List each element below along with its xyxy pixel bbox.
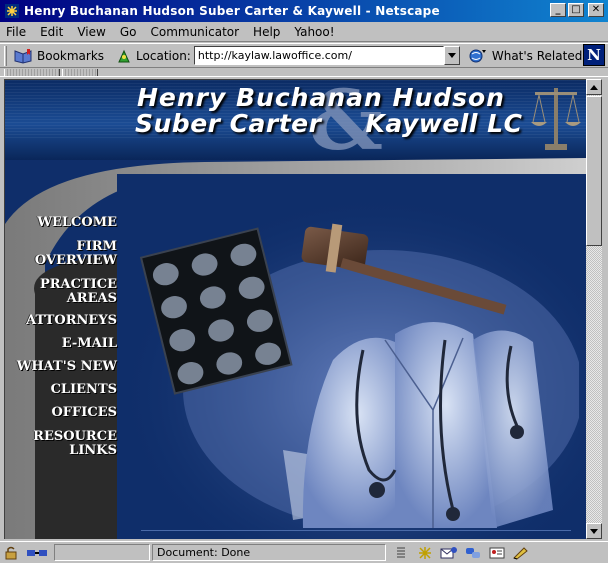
- menu-file[interactable]: File: [6, 25, 26, 39]
- status-text-panel: Document: Done: [152, 544, 386, 561]
- nav-resource-links[interactable]: RESOURCE LINKS: [33, 430, 117, 458]
- bookmarks-icon[interactable]: [13, 47, 33, 65]
- firm-name-line2-a: Suber Carter: [135, 109, 322, 138]
- menu-go[interactable]: Go: [120, 25, 137, 39]
- nav-clients[interactable]: CLIENTS: [51, 383, 117, 397]
- firm-name-line2: Suber Carter Kaywell LC: [135, 109, 522, 138]
- lab-coats-image: [302, 322, 553, 528]
- nav-firm-overview[interactable]: FIRM OVERVIEW: [35, 240, 117, 268]
- collapsed-tab-2[interactable]: [62, 69, 98, 76]
- nav-offices[interactable]: OFFICES: [51, 406, 117, 420]
- arrow-down-icon: [590, 528, 598, 534]
- window-title: Henry Buchanan Hudson Suber Carter & Kay…: [24, 4, 440, 18]
- arrow-up-icon: [590, 84, 598, 90]
- connection-icon: [26, 545, 48, 561]
- mail-component-icon[interactable]: [440, 545, 458, 561]
- location-combobox: [193, 46, 462, 65]
- nav-practice-areas[interactable]: PRACTICE AREAS: [40, 278, 117, 306]
- location-toolbar: Bookmarks Location: What's Related: [0, 43, 608, 67]
- scroll-thumb[interactable]: [586, 96, 602, 246]
- scroll-down-button[interactable]: [586, 523, 602, 539]
- nav-whats-new[interactable]: WHAT'S NEW: [17, 360, 117, 374]
- maximize-button[interactable]: □: [568, 3, 584, 17]
- status-text: Document: Done: [157, 546, 251, 559]
- location-dropdown-button[interactable]: [443, 46, 460, 65]
- close-button[interactable]: ✕: [588, 3, 604, 17]
- menu-view[interactable]: View: [77, 25, 105, 39]
- title-bar: Henry Buchanan Hudson Suber Carter & Kay…: [0, 0, 608, 22]
- firm-name-line1: Henry Buchanan Hudson: [137, 83, 505, 112]
- nav-welcome[interactable]: WELCOME: [37, 216, 117, 230]
- bottom-divider: [141, 530, 571, 531]
- menu-yahoo[interactable]: Yahoo!: [294, 25, 334, 39]
- component-bar-grip[interactable]: [392, 545, 410, 561]
- security-lock-icon[interactable]: [2, 545, 20, 561]
- firm-name-line2-b: Kaywell LC: [365, 109, 523, 138]
- progress-meter: [54, 544, 150, 561]
- whats-related-button[interactable]: What's Related: [492, 49, 582, 63]
- whats-related-icon[interactable]: [468, 47, 488, 65]
- chevron-down-icon: [447, 53, 456, 58]
- minimize-button[interactable]: _: [550, 3, 566, 17]
- menu-communicator[interactable]: Communicator: [150, 25, 239, 39]
- menu-help[interactable]: Help: [253, 25, 280, 39]
- vertical-scrollbar[interactable]: [586, 79, 602, 539]
- nav-attorneys[interactable]: ATTORNEYS: [26, 314, 117, 328]
- menu-bar: File Edit View Go Communicator Help Yaho…: [0, 22, 608, 42]
- toolbar-grip[interactable]: [4, 45, 7, 66]
- netscape-n-logo[interactable]: N: [583, 44, 605, 66]
- navigator-component-icon[interactable]: [416, 545, 434, 561]
- collapsed-tab-1[interactable]: [4, 69, 60, 76]
- menu-edit[interactable]: Edit: [40, 25, 63, 39]
- netscape-app-icon[interactable]: [4, 3, 20, 19]
- location-input[interactable]: [193, 46, 444, 65]
- bookmarks-button[interactable]: Bookmarks: [37, 49, 104, 63]
- page-content: & Henry Buchanan Hudson Suber Carter Kayw…: [4, 79, 586, 539]
- composer-component-icon[interactable]: [512, 545, 530, 561]
- status-bar: Document: Done: [0, 541, 608, 563]
- location-icon[interactable]: [114, 47, 134, 65]
- scroll-up-button[interactable]: [586, 79, 602, 95]
- location-label: Location:: [136, 48, 191, 63]
- nav-email[interactable]: E-MAIL: [62, 337, 117, 351]
- address-book-component-icon[interactable]: [488, 545, 506, 561]
- hero-collage-image: [139, 223, 579, 528]
- xray-film-image: [139, 227, 293, 395]
- newsgroups-component-icon[interactable]: [464, 545, 482, 561]
- collapsed-toolbar-tabs: [0, 67, 608, 77]
